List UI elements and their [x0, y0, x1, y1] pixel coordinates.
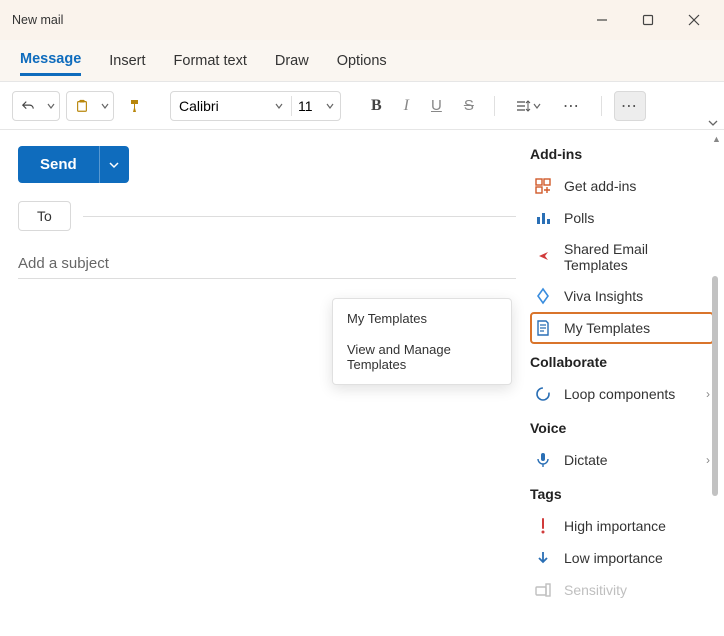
- addin-label: Viva Insights: [564, 288, 643, 304]
- addin-viva-insights[interactable]: Viva Insights: [530, 280, 714, 312]
- addin-label: My Templates: [564, 320, 650, 336]
- underline-button[interactable]: U: [423, 91, 450, 121]
- addin-my-templates[interactable]: My Templates: [530, 312, 714, 344]
- addin-label: Polls: [564, 210, 594, 226]
- tab-insert[interactable]: Insert: [109, 47, 145, 75]
- send-dropdown[interactable]: [99, 146, 129, 183]
- tag-label: Sensitivity: [564, 582, 627, 598]
- italic-button[interactable]: I: [396, 91, 417, 121]
- addin-label: Get add-ins: [564, 178, 636, 194]
- polls-icon: [534, 209, 552, 227]
- sensitivity-icon: [534, 581, 552, 599]
- paste-dropdown[interactable]: [97, 91, 113, 121]
- more-commands-button[interactable]: ⋯: [614, 91, 646, 121]
- mytemplates-icon: [534, 319, 552, 337]
- send-button[interactable]: Send: [18, 146, 99, 183]
- low-icon: [534, 549, 552, 567]
- titlebar: New mail: [0, 0, 724, 40]
- undo-button[interactable]: [13, 91, 43, 121]
- toolbar: Calibri 11 B I U S ⋯ ⋯: [0, 82, 724, 130]
- viva-icon: [534, 287, 552, 305]
- ribbon-tabs: Message Insert Format text Draw Options: [0, 40, 724, 82]
- side-panel: Add-ins Get add-ins Polls Shared Email T…: [516, 130, 718, 630]
- collab-label: Loop components: [564, 386, 675, 402]
- tab-options[interactable]: Options: [337, 47, 387, 75]
- font-controls: Calibri 11: [170, 91, 341, 121]
- to-button[interactable]: To: [18, 201, 71, 231]
- window-controls: [592, 10, 712, 30]
- close-button[interactable]: [684, 10, 704, 30]
- tab-draw[interactable]: Draw: [275, 47, 309, 75]
- bold-button[interactable]: B: [363, 91, 390, 121]
- font-size-select[interactable]: 11: [292, 98, 340, 114]
- paste-button[interactable]: [67, 91, 97, 121]
- collab-loop[interactable]: Loop components ›: [530, 378, 714, 410]
- undo-dropdown[interactable]: [43, 91, 59, 121]
- tag-label: Low importance: [564, 550, 663, 566]
- high-icon: [534, 517, 552, 535]
- paste-group: [66, 91, 114, 121]
- font-select[interactable]: Calibri: [171, 91, 291, 121]
- window-title: New mail: [12, 13, 63, 27]
- tag-high-importance[interactable]: High importance: [530, 510, 714, 542]
- addin-get-addins[interactable]: Get add-ins: [530, 170, 714, 202]
- section-addins-heading: Add-ins: [530, 146, 714, 162]
- mic-icon: [534, 451, 552, 469]
- more-formatting-button[interactable]: ⋯: [555, 91, 589, 121]
- context-menu: My Templates View and Manage Templates: [332, 298, 512, 385]
- voice-label: Dictate: [564, 452, 608, 468]
- addins-icon: [534, 177, 552, 195]
- chevron-right-icon: ›: [706, 453, 710, 467]
- strike-button[interactable]: S: [456, 91, 482, 121]
- loop-icon: [534, 385, 552, 403]
- font-size: 11: [298, 98, 313, 114]
- font-name: Calibri: [179, 98, 219, 114]
- menu-view-manage-templates[interactable]: View and Manage Templates: [333, 334, 511, 380]
- section-voice-heading: Voice: [530, 420, 714, 436]
- tab-format-text[interactable]: Format text: [174, 47, 247, 75]
- shared-icon: [534, 248, 552, 266]
- format-painter-button[interactable]: [120, 91, 152, 121]
- minimize-button[interactable]: [592, 10, 612, 30]
- maximize-button[interactable]: [638, 10, 658, 30]
- addin-label: Shared Email Templates: [564, 241, 710, 273]
- tag-low-importance[interactable]: Low importance: [530, 542, 714, 574]
- scrollbar-thumb[interactable]: [712, 276, 718, 496]
- tab-message[interactable]: Message: [20, 45, 81, 76]
- voice-dictate[interactable]: Dictate ›: [530, 444, 714, 476]
- tag-label: High importance: [564, 518, 666, 534]
- chevron-right-icon: ›: [706, 387, 710, 401]
- section-collaborate-heading: Collaborate: [530, 354, 714, 370]
- tag-sensitivity: Sensitivity: [530, 574, 714, 606]
- undo-group: [12, 91, 60, 121]
- menu-my-templates[interactable]: My Templates: [333, 303, 511, 334]
- addin-shared-templates[interactable]: Shared Email Templates: [530, 234, 714, 280]
- addin-polls[interactable]: Polls: [530, 202, 714, 234]
- line-spacing-button[interactable]: [507, 91, 549, 121]
- ribbon-collapse-button[interactable]: [708, 118, 718, 128]
- section-tags-heading: Tags: [530, 486, 714, 502]
